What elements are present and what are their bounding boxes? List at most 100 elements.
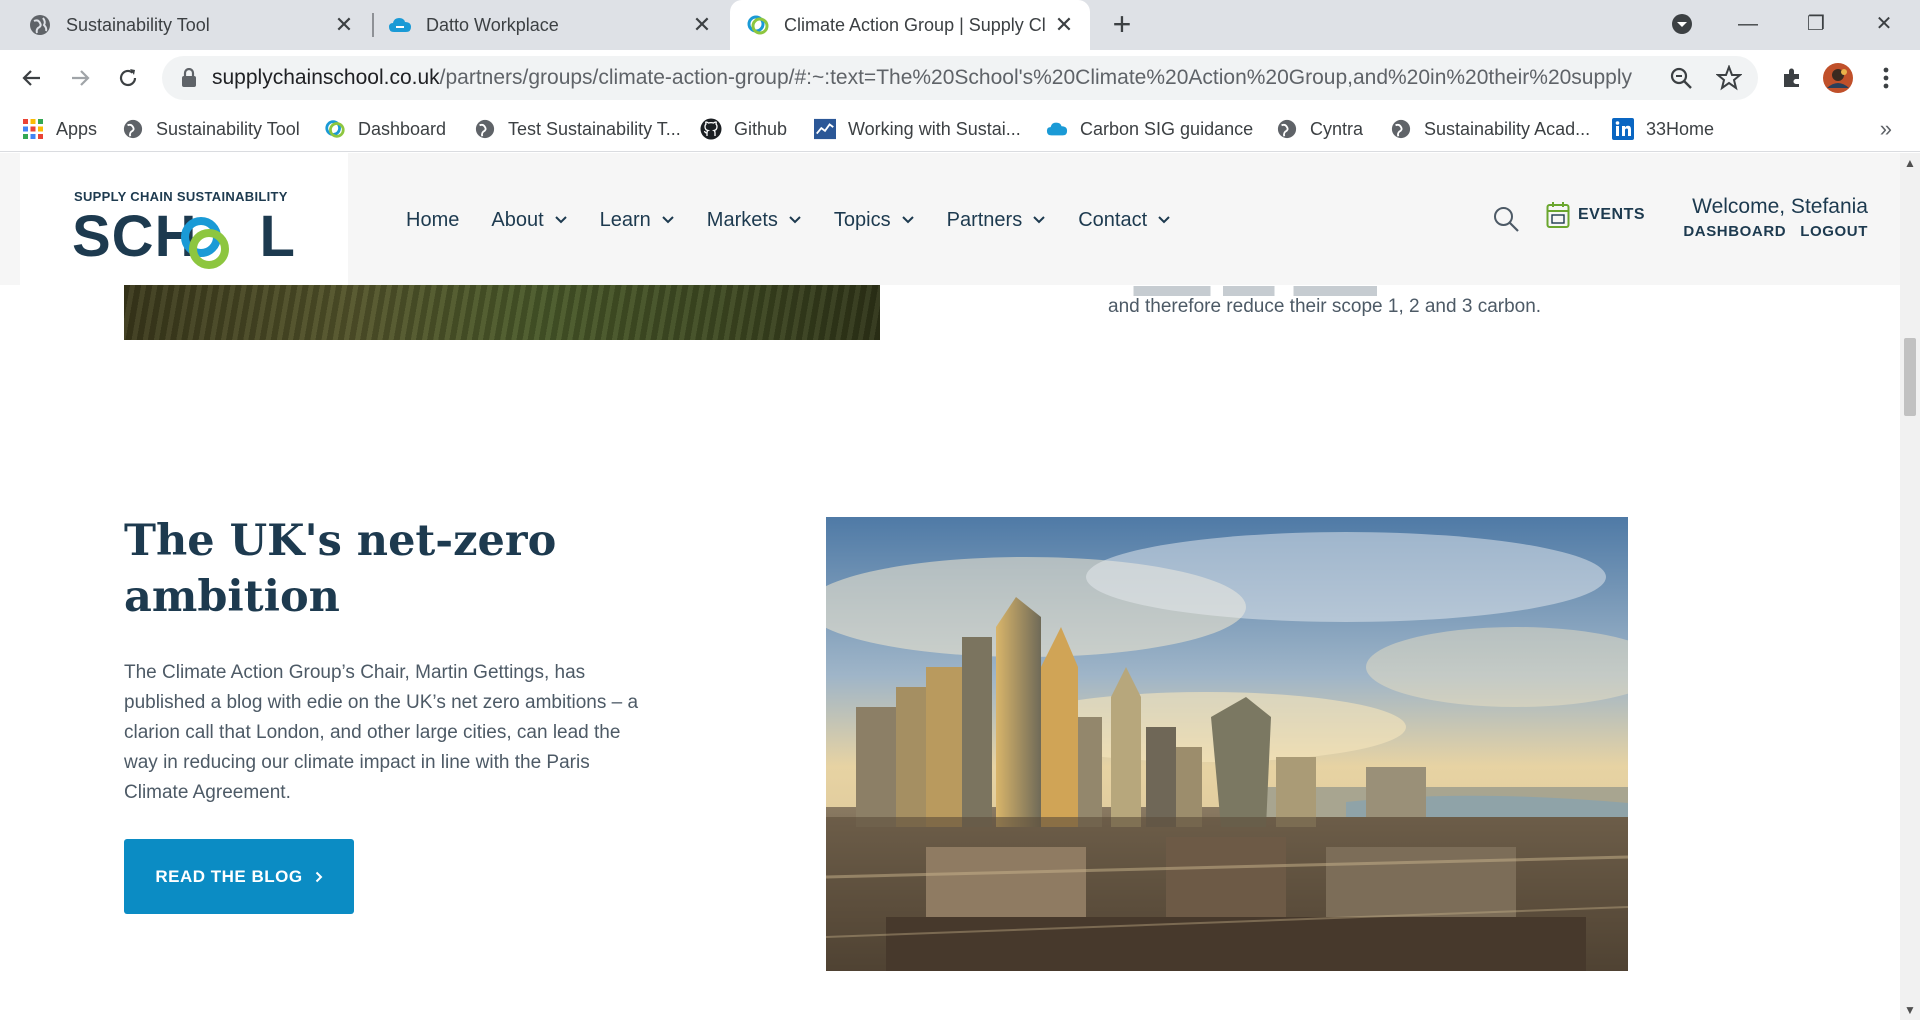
globe-icon [1276, 118, 1298, 140]
nav-label: Contact [1078, 208, 1148, 231]
extensions-button[interactable] [1776, 62, 1808, 94]
browser-tab-sustainability-tool[interactable]: Sustainability Tool ✕ [0, 0, 370, 50]
bookmark-label: Sustainability Tool [156, 118, 300, 139]
chevron-down-icon [1033, 216, 1045, 224]
bookmark-label: Dashboard [358, 118, 447, 139]
zoom-icon[interactable] [1668, 65, 1694, 91]
address-bar[interactable]: supplychainschool.co.uk/partners/groups/… [162, 56, 1758, 100]
chevron-down-icon [662, 216, 674, 224]
cloud-icon [388, 13, 412, 37]
section-paragraph: The Climate Action Group’s Chair, Martin… [124, 662, 639, 803]
bookmark-label: Apps [56, 118, 98, 139]
chevron-down-icon [901, 216, 914, 224]
linkedin-icon [1612, 118, 1634, 140]
chevron-down-icon [789, 216, 801, 224]
bookmark-label: Test Sustainability T... [508, 118, 681, 139]
nav-item-learn[interactable]: Learn [600, 209, 675, 232]
read-the-blog-button[interactable]: READ THE BLOG [124, 839, 354, 914]
browser-tab-datto-workplace[interactable]: Datto Workplace ✕ [362, 0, 728, 50]
bookmark-test-sustainability[interactable]: Test Sustainability T... [474, 114, 681, 144]
site-logo[interactable]: SUPPLY CHAIN SUSTAINABILITY SCH L [20, 153, 348, 285]
nav-item-topics[interactable]: Topics [834, 209, 915, 232]
kebab-menu-icon [1883, 67, 1889, 89]
london-skyline-image [826, 517, 1628, 971]
forward-button[interactable] [64, 62, 96, 94]
url-host: supplychainschool.co.uk [212, 66, 440, 89]
nav-item-home[interactable]: Home [406, 209, 459, 232]
logo-rings-icon [181, 217, 229, 269]
nav-label: Learn [599, 208, 651, 231]
bookmark-label: Working with Sustai... [848, 118, 1021, 139]
restore-window-button[interactable]: ❐ [1796, 8, 1836, 40]
logo-tagline: SUPPLY CHAIN SUSTAINABILITY [74, 189, 288, 204]
nav-label: Topics [833, 208, 891, 231]
browser-tab-climate-action-group[interactable]: Climate Action Group | Supply Cl ✕ [730, 0, 1090, 50]
bookmark-working-with-sustainability[interactable]: Working with Sustai... [814, 114, 1021, 144]
bookmark-github[interactable]: Github [700, 114, 787, 144]
puzzle-icon [1784, 68, 1799, 87]
browser-toolbar: supplychainschool.co.uk/partners/groups/… [0, 50, 1920, 106]
nav-item-contact[interactable]: Contact [1078, 209, 1171, 232]
main-navigation: Home About Learn Markets Topics Partners… [406, 205, 1203, 235]
close-tab-icon[interactable]: ✕ [1052, 13, 1076, 37]
profile-avatar[interactable] [1822, 62, 1854, 94]
bookmark-label: Github [734, 118, 788, 139]
page-viewport: SUPPLY CHAIN SUSTAINABILITY SCH L Home Ab… [0, 153, 1900, 1020]
bookmark-apps[interactable]: Apps [22, 114, 97, 144]
site-header: SUPPLY CHAIN SUSTAINABILITY SCH L Home Ab… [0, 153, 1900, 285]
bookmark-label: Cyntra [1310, 118, 1364, 139]
lock-icon [182, 68, 196, 87]
scroll-up-arrow[interactable]: ▲ [1904, 157, 1916, 169]
tab-search-button[interactable] [1662, 8, 1702, 40]
site-search-icon[interactable] [1492, 205, 1520, 233]
minimize-window-button[interactable]: — [1728, 8, 1768, 40]
apps-grid-icon [22, 118, 44, 140]
avatar [1823, 63, 1853, 93]
section-heading: The UK's net-zero ambition [124, 516, 557, 622]
school-icon [324, 118, 346, 140]
nav-label: Partners [946, 208, 1023, 231]
bookmarks-bar: Apps Sustainability Tool Dashboard Test … [0, 106, 1920, 152]
arrow-right-icon [72, 70, 90, 86]
cloud-icon [1046, 118, 1068, 140]
bookmarks-overflow-button[interactable]: » [1880, 116, 1892, 142]
tab-title: Climate Action Group | Supply Cl [784, 14, 1046, 35]
chevron-down-icon [554, 216, 567, 224]
bookmark-sustainability-tool[interactable]: Sustainability Tool [122, 114, 300, 144]
browser-tab-strip: Sustainability Tool ✕ Datto Workplace ✕ … [0, 0, 1920, 50]
dashboard-link[interactable]: DASHBOARD [1683, 223, 1786, 240]
new-tab-button[interactable]: + [1106, 8, 1138, 41]
nav-item-partners[interactable]: Partners [947, 209, 1047, 232]
browser-menu-button[interactable] [1870, 62, 1902, 94]
page-scrollbar[interactable]: ▲ ▼ [1900, 153, 1920, 1020]
globe-icon [28, 13, 52, 37]
welcome-message: Welcome, Stefania [1692, 195, 1868, 218]
nav-item-markets[interactable]: Markets [707, 209, 802, 232]
bookmark-label: 33Home [1646, 118, 1715, 139]
bookmark-dashboard[interactable]: Dashboard [324, 114, 446, 144]
close-window-button[interactable]: ✕ [1864, 8, 1904, 40]
chart-icon [814, 118, 836, 140]
nav-item-about[interactable]: About [491, 209, 567, 232]
bookmark-label: Sustainability Acad... [1424, 118, 1591, 139]
bookmark-carbon-sig[interactable]: Carbon SIG guidance [1046, 114, 1253, 144]
url-path: /partners/groups/climate-action-group/#:… [439, 66, 1632, 89]
close-tab-icon[interactable]: ✕ [690, 13, 714, 37]
back-button[interactable] [16, 62, 48, 94]
globe-icon [1390, 118, 1412, 140]
events-link[interactable]: EVENTS [1546, 201, 1645, 229]
bookmark-star-icon[interactable] [1716, 65, 1742, 91]
chevron-down-icon [1158, 216, 1170, 224]
close-tab-icon[interactable]: ✕ [332, 13, 356, 37]
scrollbar-thumb[interactable] [1904, 338, 1916, 416]
events-label: EVENTS [1578, 206, 1646, 223]
scroll-down-arrow[interactable]: ▼ [1904, 1004, 1916, 1016]
reload-button[interactable] [112, 62, 144, 94]
bookmark-sustainability-academy[interactable]: Sustainability Acad... [1390, 114, 1590, 144]
nav-label: Markets [706, 208, 778, 231]
bookmark-33home[interactable]: 33Home [1612, 114, 1714, 144]
logo-wordmark-right: L [259, 204, 296, 269]
logout-link[interactable]: LOGOUT [1800, 223, 1868, 240]
bookmark-cyntra[interactable]: Cyntra [1276, 114, 1363, 144]
calendar-icon [1546, 202, 1570, 228]
